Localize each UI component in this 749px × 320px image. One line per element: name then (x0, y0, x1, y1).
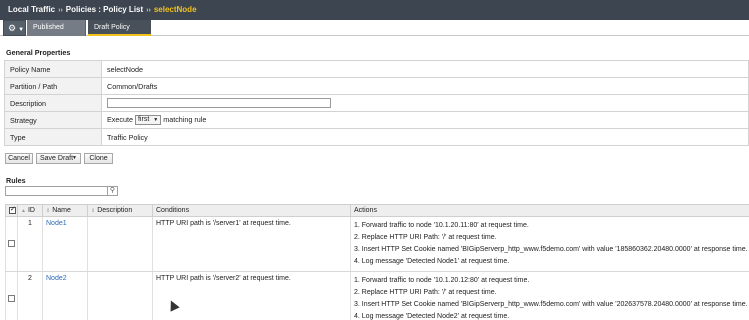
action-line: 3. Insert HTTP Set Cookie named 'BIGipSe… (354, 246, 748, 253)
table-row: 1 Node1 HTTP URI path is '/server1' at r… (5, 216, 749, 272)
sort-asc-icon: ▲ (21, 208, 26, 214)
col-description-label: Description (97, 207, 133, 214)
strategy-prefix: Execute (107, 114, 133, 124)
type-value: Traffic Policy (101, 128, 749, 146)
chevron-down-icon: ▼ (18, 27, 25, 33)
action-line: 2. Replace HTTP URI Path: '/' at request… (354, 289, 497, 296)
action-line: 1. Forward traffic to node '10.1.20.12:8… (354, 277, 530, 284)
rule-id: 2 (17, 271, 43, 320)
sort-icon: ⇕ (91, 208, 96, 214)
rule-description (87, 216, 153, 272)
col-id-label: ID (27, 207, 35, 214)
rules-filter-input[interactable]: ⚲ (5, 186, 118, 196)
save-draft-label: Save Draft (40, 155, 74, 162)
breadcrumb-policy-list[interactable]: Policies : Policy List (66, 5, 143, 14)
col-name-header[interactable]: ⇕ Name (42, 204, 88, 217)
description-input[interactable] (107, 98, 331, 109)
rule-actions: 1. Forward traffic to node '10.1.20.12:8… (350, 271, 749, 320)
rule-id: 1 (17, 216, 43, 272)
col-id-header[interactable]: ▲ ID (17, 204, 43, 217)
type-label: Type (4, 128, 102, 146)
strategy-select[interactable]: first ▼ (134, 115, 162, 126)
col-description-header[interactable]: ⇕ Description (87, 204, 153, 217)
breadcrumb-separator: ›› (146, 7, 151, 14)
strategy-select-value: first (137, 116, 150, 124)
search-icon[interactable]: ⚲ (107, 186, 117, 196)
breadcrumb-local-traffic[interactable]: Local Traffic (8, 5, 55, 14)
sort-icon: ⇕ (46, 208, 51, 214)
action-line: 1. Forward traffic to node '10.1.20.11:8… (354, 222, 529, 229)
policy-name-value: selectNode (101, 60, 749, 78)
chevron-down-icon: ▼ (153, 117, 159, 124)
chevron-down-icon: ▼ (72, 155, 77, 161)
action-line: 4. Log message 'Detected Node1' at reque… (354, 258, 510, 265)
breadcrumb: Local Traffic ›› Policies : Policy List ›› s… (8, 5, 197, 14)
action-line: 2. Replace HTTP URI Path: '/' at request… (354, 234, 497, 241)
general-properties-table: Policy Name selectNode Partition / Path … (4, 60, 749, 146)
rule-name-link[interactable]: Node1 (46, 220, 67, 227)
strategy-label: Strategy (4, 111, 102, 129)
rule-conditions: HTTP URI path is '/server2' at request t… (152, 271, 351, 320)
breadcrumb-separator: ›› (58, 7, 63, 14)
strategy-suffix: matching rule (163, 114, 207, 124)
partition-label: Partition / Path (4, 77, 102, 95)
row-checkbox[interactable] (8, 240, 15, 248)
col-name-label: Name (52, 207, 71, 214)
tab-draft-policy[interactable]: Draft Policy (88, 20, 151, 36)
rule-conditions: HTTP URI path is '/server1' at request t… (152, 216, 351, 272)
settings-menu-button[interactable]: ⚙ ▼ (3, 20, 26, 36)
col-conditions-header: Conditions (152, 204, 351, 217)
tab-published-policy[interactable]: Published Policy (27, 20, 86, 46)
gear-icon: ⚙ (8, 23, 17, 33)
cancel-button[interactable]: Cancel (5, 153, 33, 164)
col-actions-header: Actions (350, 204, 749, 217)
table-row: 2 Node2 HTTP URI path is '/server2' at r… (5, 271, 749, 320)
rules-table: ✓ ▲ ID ⇕ Name ⇕ Description Conditions Acti… (5, 204, 749, 320)
action-line: 4. Log message 'Detected Node2' at reque… (354, 313, 510, 320)
tab-bar: ⚙ ▼ Published Policy Draft Policy (0, 20, 749, 46)
breadcrumb-current: selectNode (153, 5, 197, 14)
description-label: Description (4, 94, 102, 112)
select-all-checkbox[interactable]: ✓ (9, 206, 16, 214)
action-line: 3. Insert HTTP Set Cookie named 'BIGipSe… (354, 301, 748, 308)
top-bar: Local Traffic ›› Policies : Policy List ›› s… (0, 0, 749, 20)
policy-name-label: Policy Name (4, 60, 102, 78)
rules-title: Rules (6, 176, 26, 185)
general-properties-title: General Properties (6, 48, 71, 57)
partition-value: Common/Drafts (101, 77, 749, 95)
rule-name-link[interactable]: Node2 (46, 275, 67, 282)
clone-button[interactable]: Clone (84, 153, 113, 164)
row-checkbox[interactable] (8, 295, 15, 303)
save-draft-button[interactable]: Save Draft ▼ (36, 153, 81, 164)
rule-description (87, 271, 153, 320)
rule-actions: 1. Forward traffic to node '10.1.20.11:8… (350, 216, 749, 272)
